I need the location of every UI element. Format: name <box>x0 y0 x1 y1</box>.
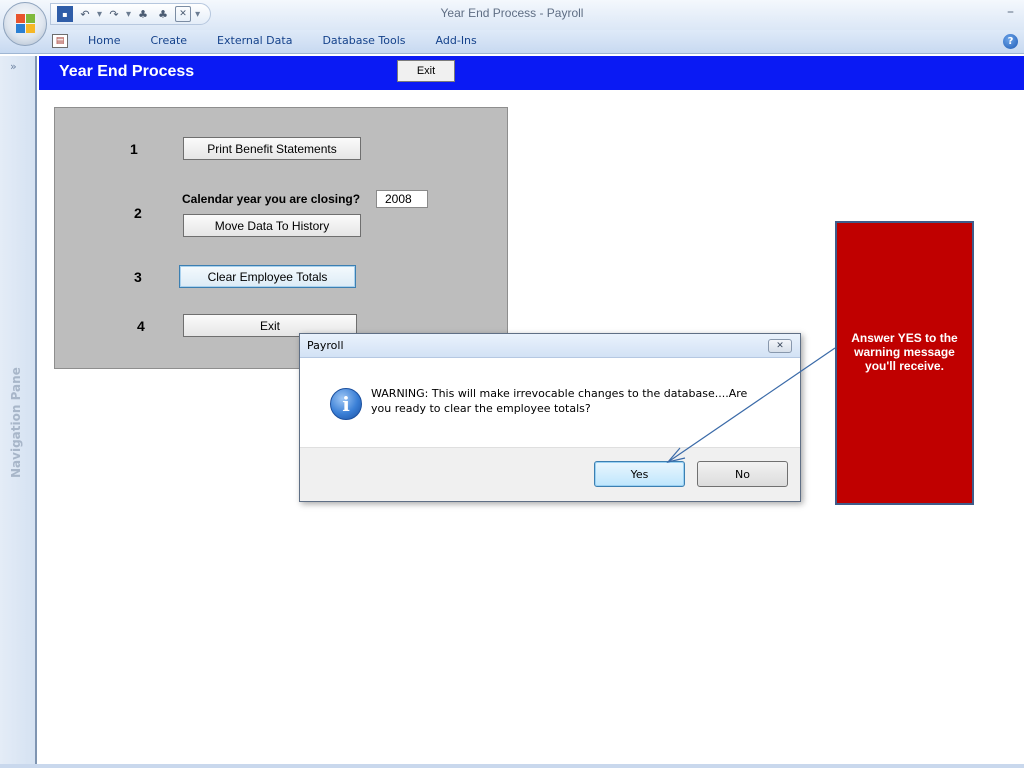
tab-add-ins[interactable]: Add-Ins <box>436 34 477 47</box>
navigation-pane[interactable]: » Navigation Pane <box>0 56 37 764</box>
tab-database-tools[interactable]: Database Tools <box>322 34 405 47</box>
database-icon: ▤ <box>52 34 68 48</box>
window-title: Year End Process - Payroll <box>440 6 584 20</box>
form-header: Year End Process Exit <box>39 56 1024 90</box>
tab-home[interactable]: Home <box>88 34 120 47</box>
tab-create[interactable]: Create <box>150 34 187 47</box>
information-icon: i <box>330 388 362 420</box>
step-number-4: 4 <box>137 318 145 334</box>
steps-panel: 1 Print Benefit Statements 2 Calendar ye… <box>54 107 508 369</box>
step-number-1: 1 <box>130 141 138 157</box>
print-benefit-statements-button[interactable]: Print Benefit Statements <box>183 137 361 160</box>
dialog-message: WARNING: This will make irrevocable chan… <box>371 387 748 415</box>
ribbon-tabs: Home Create External Data Database Tools… <box>88 34 507 47</box>
tab-external-data[interactable]: External Data <box>217 34 292 47</box>
clear-employee-totals-button[interactable]: Clear Employee Totals <box>179 265 356 288</box>
callout-text: Answer YES to the warning message you'll… <box>851 331 958 373</box>
yes-button[interactable]: Yes <box>594 461 685 487</box>
ribbon: ▤ Home Create External Data Database Too… <box>0 30 1024 54</box>
instruction-callout: Answer YES to the warning message you'll… <box>835 221 974 505</box>
dialog-titlebar[interactable]: Payroll ✕ <box>300 334 800 358</box>
form-title: Year End Process <box>59 63 195 80</box>
dialog-title: Payroll <box>307 339 344 352</box>
status-bar <box>0 764 1024 768</box>
dialog-footer: Yes No <box>300 447 800 501</box>
navigation-pane-label: Navigation Pane <box>9 367 23 478</box>
closing-year-input[interactable]: 2008 <box>376 190 428 208</box>
window-titlebar: ▪ ↶ ▾ ↷ ▾ ♣ ♣ ✕ ▾ Year End Process - Pay… <box>0 0 1024 30</box>
year-prompt-label: Calendar year you are closing? <box>182 192 361 206</box>
header-exit-button[interactable]: Exit <box>397 60 455 82</box>
dialog-body: i WARNING: This will make irrevocable ch… <box>300 359 800 447</box>
help-icon[interactable]: ? <box>1003 34 1018 49</box>
dialog-close-icon[interactable]: ✕ <box>768 339 792 353</box>
step-number-2: 2 <box>134 205 142 221</box>
expand-chevron-icon[interactable]: » <box>10 60 17 73</box>
step-number-3: 3 <box>134 269 142 285</box>
no-button[interactable]: No <box>697 461 788 487</box>
office-logo-icon <box>16 14 36 34</box>
office-button[interactable] <box>3 2 47 46</box>
move-data-to-history-button[interactable]: Move Data To History <box>183 214 361 237</box>
payroll-warning-dialog: Payroll ✕ i WARNING: This will make irre… <box>299 333 801 502</box>
minimize-button[interactable]: – <box>1007 4 1014 20</box>
